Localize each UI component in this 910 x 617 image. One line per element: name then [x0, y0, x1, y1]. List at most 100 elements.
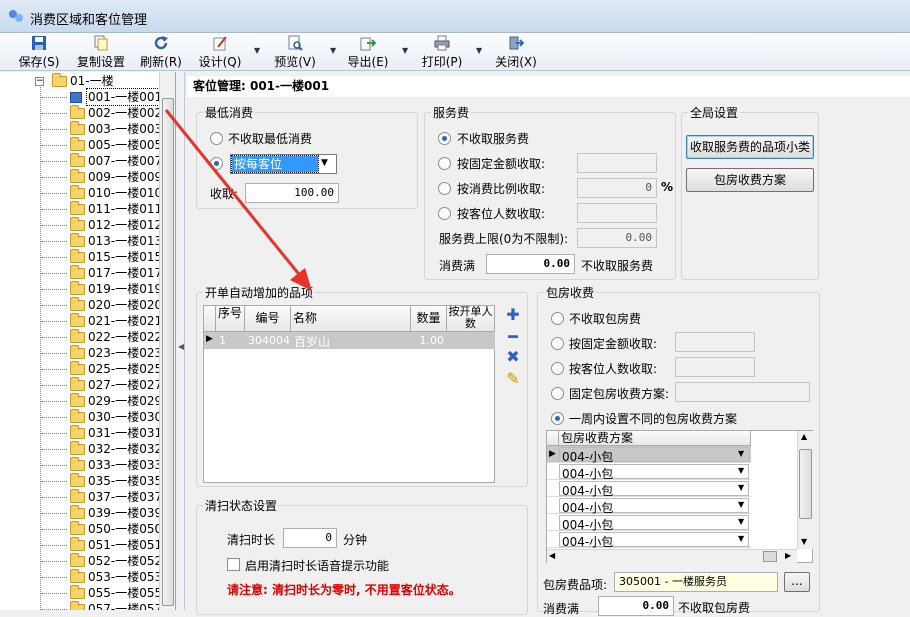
service-by-guest-input[interactable] [577, 203, 657, 223]
export-dropdown-icon[interactable]: ▼ [402, 46, 412, 56]
folder-icon [70, 297, 85, 311]
plan-select[interactable]: 004-小包 ▼ [559, 515, 749, 532]
design-button[interactable]: 设计(Q) [196, 33, 244, 71]
room-threshold-input[interactable]: 0.00 [598, 596, 674, 616]
room-by-guest-radio[interactable] [551, 362, 564, 375]
room-by-guest-input[interactable] [675, 357, 755, 377]
grid-corner [547, 431, 559, 446]
room-fee-plan-button[interactable]: 包房收费方案 [686, 168, 814, 192]
list-item[interactable]: 004-小包 ▼ [547, 463, 751, 481]
room-plan-radio[interactable] [551, 387, 564, 400]
close-button[interactable]: 关闭(X) [492, 33, 540, 71]
service-threshold-input[interactable]: 0.00 [486, 254, 575, 274]
list-item[interactable]: 004-小包 ▼ [547, 531, 751, 549]
min-consume-none-radio[interactable] [210, 132, 223, 145]
refresh-button[interactable]: 刷新(R) [138, 33, 184, 71]
service-ratio-radio[interactable] [438, 182, 451, 195]
print-dropdown-icon[interactable]: ▼ [476, 46, 486, 56]
plan-select[interactable]: 004-小包 ▼ [559, 481, 749, 498]
room-fixed-radio[interactable] [551, 337, 564, 350]
collapse-icon[interactable]: − [35, 77, 44, 86]
scroll-left-icon[interactable]: ◀ [549, 551, 555, 560]
plan-select[interactable]: 004-小包 ▼ [559, 498, 749, 515]
col-header-by-guests[interactable]: 按开单人数 [447, 306, 495, 332]
room-fixed-input[interactable] [675, 332, 755, 352]
area-tree[interactable]: − 01-一楼 001-一楼001 002-一楼002 003-一楼003 005-一… [0, 72, 176, 610]
tree-branch-line [41, 113, 67, 114]
col-header-name[interactable]: 名称 [291, 306, 411, 332]
print-button[interactable]: 打印(P) [418, 33, 466, 71]
splitter-arrow-icon[interactable]: ◀ [178, 342, 184, 351]
plan-hscroll-thumb[interactable] [763, 551, 777, 562]
panel-splitter[interactable]: ◀ [177, 72, 185, 610]
folder-icon [70, 233, 85, 247]
preview-dropdown-icon[interactable]: ▼ [330, 46, 340, 56]
plan-scroll-thumb[interactable] [799, 449, 812, 519]
tree-scroll-thumb[interactable] [162, 98, 174, 606]
tree-item-label: 053-一楼053 [88, 570, 163, 584]
chevron-down-icon[interactable]: ▼ [738, 466, 744, 475]
room-item-browse-button[interactable]: ... [784, 572, 810, 592]
list-item[interactable]: 004-小包 ▼ [547, 514, 751, 532]
tree-branch-line [41, 529, 67, 530]
add-item-icon[interactable]: ✚ [505, 307, 521, 323]
col-header-code[interactable]: 编号 [245, 306, 291, 332]
scroll-down-icon[interactable]: ▼ [801, 537, 807, 546]
col-header-plan[interactable]: 包房收费方案 [559, 431, 751, 446]
design-dropdown-icon[interactable]: ▼ [254, 46, 264, 56]
cleaning-title: 清扫状态设置 [203, 497, 280, 514]
service-item-categories-button[interactable]: 收取服务费的品项小类 [686, 135, 814, 159]
weekly-plan-grid[interactable]: 包房收费方案 ▶ 004-小包 ▼ 004-小包 ▼ 004-小包 ▼ 004-小包 ▼ 004-… [546, 430, 813, 563]
service-threshold-suffix: 不收取服务费 [581, 259, 654, 273]
list-item[interactable]: 004-小包 ▼ [547, 497, 751, 515]
room-item-input[interactable]: 305001 - 一楼服务员 [614, 572, 778, 592]
folder-icon [70, 137, 85, 151]
plan-select[interactable]: 004-小包 ▼ [559, 532, 749, 549]
table-row[interactable]: ▶ 1 304004 百岁山 1.00 [204, 332, 495, 349]
plan-grid-hscrollbar[interactable]: ◀ ▶ [547, 549, 797, 563]
scroll-right-icon[interactable]: ▶ [785, 551, 791, 560]
col-header-seq[interactable]: 序号 [216, 306, 245, 332]
chevron-down-icon[interactable]: ▼ [738, 500, 744, 509]
service-ratio-input[interactable]: 0 [577, 178, 657, 198]
tree-scrollbar[interactable] [159, 72, 175, 610]
min-consume-mode-select[interactable]: 按每客位 ▼ [230, 154, 337, 174]
list-item[interactable]: 004-小包 ▼ [547, 480, 751, 498]
chevron-down-icon[interactable]: ▼ [738, 449, 744, 458]
copy-settings-button[interactable]: 复制设置 [72, 33, 130, 71]
room-plan-input[interactable] [675, 382, 810, 402]
plan-select[interactable]: 004-小包 ▼ [559, 464, 749, 481]
service-cap-input[interactable]: 0.00 [577, 228, 657, 248]
preview-button[interactable]: 预览(V) [270, 33, 320, 71]
auto-items-grid[interactable]: 序号 编号 名称 数量 按开单人数 ▶ 1 304004 百岁山 1.00 [203, 305, 495, 483]
tree-branch-line [41, 257, 67, 258]
tree-item-label: 021-一楼021 [88, 314, 163, 328]
service-fixed-input[interactable] [577, 153, 657, 173]
room-threshold-suffix: 不收取包房费 [678, 601, 751, 615]
chevron-down-icon[interactable]: ▼ [738, 534, 744, 543]
export-button[interactable]: 导出(E) [344, 33, 392, 71]
room-weekly-radio[interactable] [551, 412, 564, 425]
edit-item-icon[interactable]: ✎ [505, 371, 521, 387]
cleaning-duration-input[interactable]: 0 [283, 528, 337, 548]
min-consume-by-seat-radio[interactable] [210, 157, 223, 170]
remove-item-icon[interactable]: ━ [505, 329, 521, 345]
tree-branch-line [41, 545, 67, 546]
service-fixed-radio[interactable] [438, 157, 451, 170]
room-none-radio[interactable] [551, 312, 564, 325]
min-consume-charge-input[interactable]: 100.00 [245, 183, 339, 203]
tree-item-label: 001-一楼001 [85, 88, 165, 106]
chevron-down-icon[interactable]: ▼ [321, 158, 328, 168]
service-by-guest-radio[interactable] [438, 207, 451, 220]
scroll-up-icon[interactable]: ▲ [801, 432, 807, 441]
list-item[interactable]: ▶ 004-小包 ▼ [547, 446, 751, 464]
service-none-radio[interactable] [438, 132, 451, 145]
plan-grid-scrollbar[interactable]: ▲ ▼ [797, 431, 813, 549]
voice-prompt-checkbox[interactable] [227, 558, 240, 571]
col-header-qty[interactable]: 数量 [411, 306, 447, 332]
save-button[interactable]: 保存(S) [14, 33, 64, 71]
chevron-down-icon[interactable]: ▼ [738, 517, 744, 526]
delete-item-icon[interactable]: ✖ [505, 349, 521, 365]
chevron-down-icon[interactable]: ▼ [738, 483, 744, 492]
plan-select[interactable]: 004-小包 ▼ [559, 447, 749, 464]
